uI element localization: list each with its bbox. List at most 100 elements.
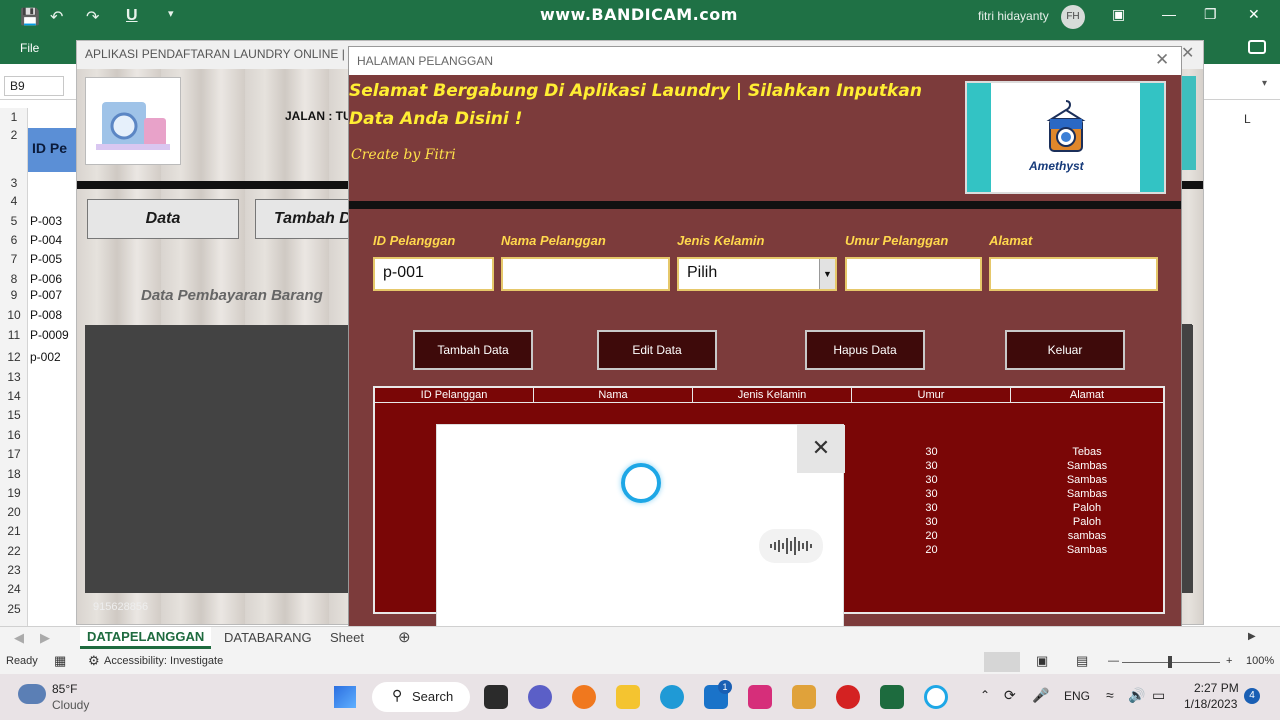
row-number[interactable]: 19 [0, 486, 28, 500]
scroll-right-icon[interactable]: ▶ [1248, 631, 1256, 642]
row-number[interactable]: 24 [0, 582, 28, 596]
clock-time[interactable]: 2:27 PM [1194, 681, 1239, 695]
minimize-icon[interactable]: — [1162, 6, 1176, 22]
edge-icon[interactable] [660, 685, 684, 709]
redo-icon[interactable]: ↷ [86, 7, 99, 27]
expand-formula-icon[interactable]: ▾ [1262, 78, 1267, 89]
tab-datapelanggan[interactable]: DATAPELANGGAN [80, 627, 212, 649]
row-number[interactable]: 7 [0, 252, 28, 266]
notification-badge[interactable]: 4 [1244, 688, 1260, 704]
zoom-out-icon[interactable]: — [1108, 655, 1119, 667]
alamat-field[interactable] [989, 257, 1158, 291]
weather-icon[interactable] [18, 684, 46, 704]
avatar[interactable]: FH [1061, 5, 1085, 29]
sheet-cell[interactable]: P-007 [30, 288, 62, 302]
row-number[interactable]: 13 [0, 370, 28, 384]
row-number[interactable]: 4 [0, 194, 28, 208]
close-icon[interactable]: ✕ [797, 425, 845, 473]
row-number[interactable]: 10 [0, 308, 28, 322]
file-tab[interactable]: File [20, 41, 39, 55]
weather-temp[interactable]: 85°F [52, 682, 77, 696]
prev-sheet-icon[interactable]: ◀ [14, 630, 24, 646]
umur-pelanggan-field[interactable] [845, 257, 982, 291]
column-header[interactable]: Jenis Kelamin [693, 388, 852, 403]
row-number[interactable]: 11 [0, 328, 28, 342]
next-sheet-icon[interactable]: ▶ [40, 630, 50, 646]
accessibility-status[interactable]: Accessibility: Investigate [104, 655, 223, 667]
sheet-cell[interactable]: P-004 [30, 233, 62, 247]
id-pelanggan-field[interactable]: p-001 [373, 257, 494, 291]
save-icon[interactable]: 💾 [20, 7, 40, 27]
id-header-cell[interactable]: ID Pe [28, 128, 76, 172]
page-layout-icon[interactable]: ▣ [1036, 653, 1048, 669]
tab-databarang[interactable]: DATABARANG [224, 630, 312, 645]
chat-icon[interactable] [528, 685, 552, 709]
page-break-icon[interactable]: ▤ [1076, 653, 1088, 669]
nama-pelanggan-field[interactable] [501, 257, 670, 291]
sheet-cell[interactable]: p-002 [30, 350, 61, 364]
keluar-button[interactable]: Keluar [1005, 330, 1125, 370]
battery-icon[interactable]: ▭ [1152, 687, 1165, 704]
row-number[interactable]: 6 [0, 233, 28, 247]
column-header[interactable]: Umur [852, 388, 1011, 403]
zoom-level[interactable]: 100% [1246, 655, 1274, 667]
customize-toolbar-icon[interactable]: ▾ [168, 7, 174, 20]
row-number[interactable]: 25 [0, 602, 28, 616]
main-form-close-icon[interactable]: ✕ [1181, 43, 1194, 63]
wifi-icon[interactable]: ≈ [1106, 687, 1114, 703]
undo-icon[interactable]: ↶ [50, 7, 63, 27]
ribbon-display-icon[interactable]: ▣ [1112, 6, 1125, 23]
zoom-slider-thumb[interactable] [1168, 656, 1172, 668]
row-number[interactable]: 12 [0, 350, 28, 364]
normal-view-icon[interactable] [984, 652, 1020, 672]
sheet-cell[interactable]: P-0009 [30, 328, 69, 342]
xampp-icon[interactable] [792, 685, 816, 709]
hapus-data-button[interactable]: Hapus Data [805, 330, 925, 370]
tambah-data-button[interactable]: Tambah Data [413, 330, 533, 370]
accessibility-icon[interactable]: ⚙ [88, 653, 100, 669]
column-header[interactable]: Alamat [1011, 388, 1163, 403]
firefox-icon[interactable] [572, 685, 596, 709]
row-number[interactable]: 5 [0, 214, 28, 228]
row-number[interactable]: 9 [0, 288, 28, 302]
sheet-cell[interactable]: P-003 [30, 214, 62, 228]
task-view-icon[interactable] [484, 685, 508, 709]
row-number[interactable]: 16 [0, 428, 28, 442]
row-number[interactable]: 18 [0, 467, 28, 481]
edit-data-button[interactable]: Edit Data [597, 330, 717, 370]
sheet-cell[interactable]: P-006 [30, 272, 62, 286]
audio-wave-icon[interactable] [759, 529, 823, 563]
comments-icon[interactable] [1248, 40, 1266, 54]
row-number[interactable]: 17 [0, 447, 28, 461]
chevron-up-icon[interactable]: ⌃ [980, 688, 990, 702]
column-header-l[interactable]: L [1244, 112, 1251, 126]
close-icon[interactable]: ✕ [1248, 6, 1260, 23]
volume-icon[interactable]: 🔊 [1128, 687, 1145, 704]
add-sheet-icon[interactable]: ⊕ [398, 628, 411, 646]
restore-icon[interactable]: ❐ [1204, 6, 1217, 23]
row-number[interactable]: 2 [0, 128, 28, 142]
jenis-kelamin-select[interactable]: Pilih ▼ [677, 257, 837, 291]
sheet-cell[interactable]: P-005 [30, 252, 62, 266]
column-header[interactable]: Nama [534, 388, 693, 403]
macro-icon[interactable]: ▦ [54, 653, 66, 669]
underline-icon[interactable]: U [126, 7, 138, 25]
row-number[interactable]: 22 [0, 544, 28, 558]
instagram-icon[interactable] [748, 685, 772, 709]
row-number[interactable]: 8 [0, 272, 28, 286]
file-explorer-icon[interactable] [616, 685, 640, 709]
taskbar-search[interactable]: ⚲ Search [372, 682, 470, 712]
row-number[interactable]: 1 [0, 110, 28, 124]
row-number[interactable]: 3 [0, 176, 28, 190]
clock-date[interactable]: 1/18/2023 [1184, 697, 1237, 711]
language-indicator[interactable]: ENG [1064, 689, 1090, 703]
microphone-icon[interactable]: 🎤 [1032, 687, 1049, 704]
column-header[interactable]: ID Pelanggan [375, 388, 534, 403]
chevron-down-icon[interactable]: ▼ [819, 259, 835, 289]
row-number[interactable]: 15 [0, 408, 28, 422]
row-number[interactable]: 14 [0, 389, 28, 403]
weather-desc[interactable]: Cloudy [52, 698, 89, 712]
sync-icon[interactable]: ⟳ [1004, 687, 1016, 704]
bandicam-icon[interactable] [836, 685, 860, 709]
row-number[interactable]: 20 [0, 505, 28, 519]
